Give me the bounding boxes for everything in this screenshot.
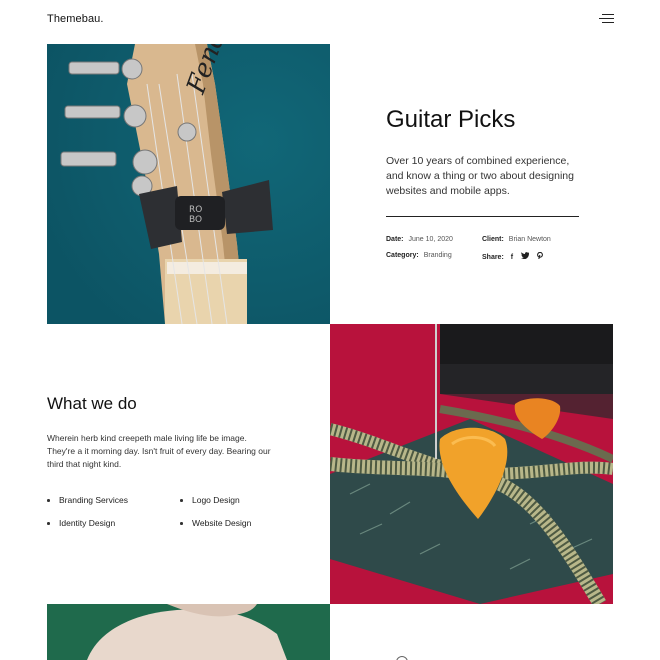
section-title: What we do — [47, 394, 137, 413]
twitter-icon[interactable] — [521, 252, 530, 261]
svg-text:RO: RO — [189, 205, 202, 215]
hand-illustration — [47, 604, 330, 660]
guitar-headstock-photo: Fend RO BO — [47, 44, 330, 324]
service-item: Branding Services — [47, 495, 128, 505]
meta-share: Share: f — [482, 251, 543, 261]
project-description: Over 10 years of combined experience, an… — [386, 155, 574, 197]
date-value: June 10, 2020 — [408, 236, 453, 243]
share-label: Share: — [482, 254, 504, 261]
facebook-icon[interactable]: f — [511, 254, 513, 261]
pinterest-icon[interactable] — [537, 251, 543, 261]
guitar-picks-illustration — [330, 324, 613, 604]
hamburger-menu-icon[interactable] — [598, 13, 614, 25]
guitar-headstock-illustration: Fend RO BO — [47, 44, 330, 324]
meta-category: Category: Branding — [386, 252, 452, 259]
divider — [386, 216, 579, 217]
service-item: Identity Design — [46, 518, 116, 528]
section-description: Wherein herb kind creepeth male living l… — [47, 433, 271, 470]
project-title: Guitar Picks — [386, 106, 516, 133]
category-label: Category: — [386, 252, 419, 259]
meta-date: Date: June 10, 2020 — [386, 236, 453, 243]
svg-text:BO: BO — [189, 215, 202, 225]
date-label: Date: — [386, 236, 404, 243]
site-logo[interactable]: Themebau. — [47, 13, 104, 25]
client-label: Client: — [482, 236, 504, 243]
loading-circle-icon — [396, 656, 408, 660]
meta-client: Client: Brian Newton — [482, 236, 551, 243]
guitar-picks-cable-photo — [330, 324, 613, 604]
hand-photo — [47, 604, 330, 660]
service-item: Website Design — [179, 518, 252, 528]
client-value: Brian Newton — [508, 236, 551, 243]
service-item: Logo Design — [180, 495, 240, 505]
category-value[interactable]: Branding — [424, 252, 452, 259]
